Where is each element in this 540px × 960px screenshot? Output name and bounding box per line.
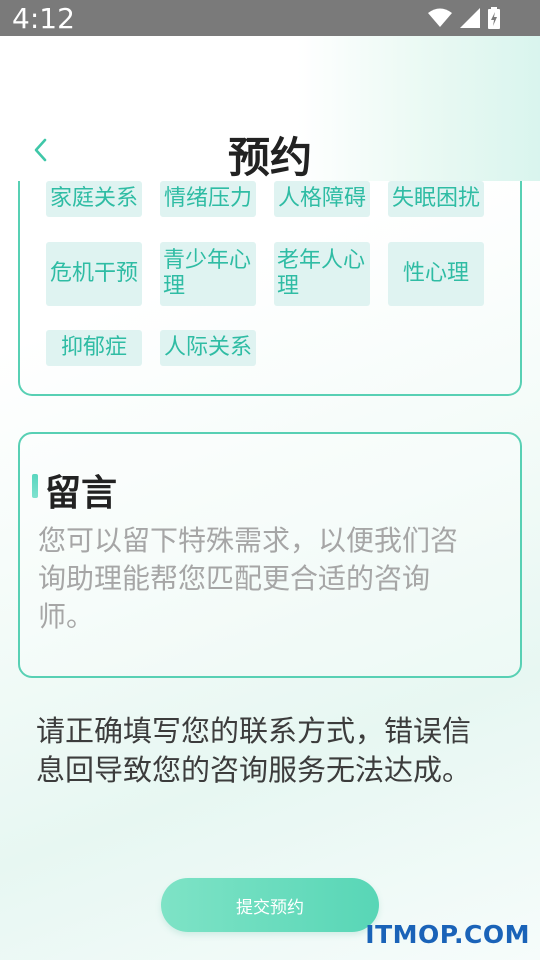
tag-adolescent-psychology[interactable]: 青少年心理 [160, 242, 256, 306]
tag-personality-disorder[interactable]: 人格障碍 [274, 181, 370, 217]
contact-notice: 请正确填写您的联系方式，错误信息回导致您的咨询服务无法达成。 [36, 714, 472, 787]
submit-button[interactable]: 提交预约 [161, 878, 379, 932]
message-title: 留言 [45, 473, 118, 514]
title-accent-bar [32, 474, 38, 498]
tag-insomnia[interactable]: 失眠困扰 [388, 181, 484, 217]
status-icons [428, 6, 500, 30]
page-title: 预约 [227, 133, 312, 182]
battery-icon [488, 7, 500, 29]
tag-interpersonal[interactable]: 人际关系 [160, 330, 256, 366]
message-card: 留言 您可以留下特殊需求，以便我们咨询助理能帮您匹配更合适的咨询师。 [18, 432, 522, 678]
wifi-icon [428, 8, 452, 27]
status-bar: 4:12 [0, 0, 540, 36]
tag-depression[interactable]: 抑郁症 [46, 330, 142, 366]
tag-elderly-psychology[interactable]: 老年人心理 [274, 242, 370, 306]
tag-sexual-psychology[interactable]: 性心理 [388, 242, 484, 306]
watermark-logo: ITMOP.COM [365, 920, 530, 949]
tag-family-relations[interactable]: 家庭关系 [46, 181, 142, 217]
signal-icon [460, 8, 480, 28]
message-input[interactable]: 您可以留下特殊需求，以便我们咨询助理能帮您匹配更合适的咨询师。 [38, 522, 478, 636]
category-tags-card: 家庭关系 情绪压力 人格障碍 失眠困扰 危机干预 青少年心理 老年人心理 性心理… [18, 181, 522, 396]
tag-emotional-stress[interactable]: 情绪压力 [160, 181, 256, 217]
status-time: 4:12 [12, 2, 75, 35]
tag-crisis-intervention[interactable]: 危机干预 [46, 242, 142, 306]
